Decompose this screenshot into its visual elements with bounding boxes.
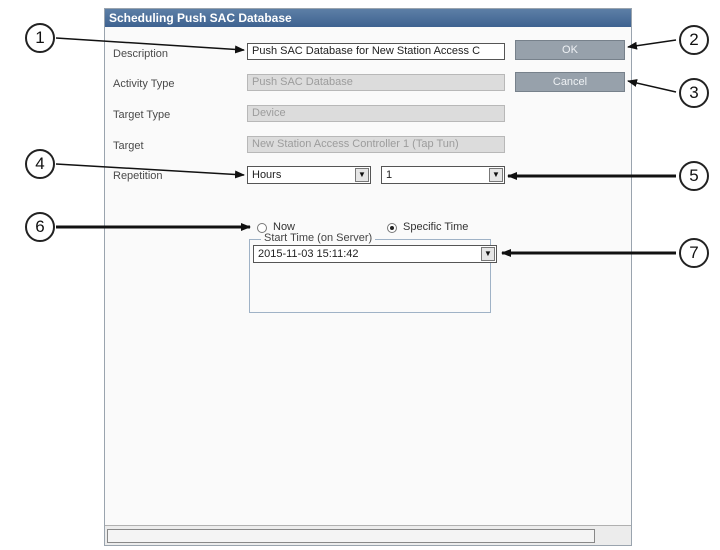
- callout-2-arrow: [627, 39, 677, 50]
- scheduling-dialog: Scheduling Push SAC Database Description…: [104, 8, 632, 546]
- repetition-count-select[interactable]: 1 ▼: [381, 166, 505, 184]
- specific-time-radio[interactable]: [387, 223, 397, 233]
- callout-6: 6: [25, 212, 55, 242]
- now-radio[interactable]: [257, 223, 267, 233]
- start-datetime-value: 2015-11-03 15:11:42: [258, 248, 359, 260]
- callout-7: 7: [679, 238, 709, 268]
- callout-1: 1: [25, 23, 55, 53]
- activity-type-label: Activity Type: [113, 78, 175, 90]
- cancel-button[interactable]: Cancel: [515, 72, 625, 92]
- target-field: New Station Access Controller 1 (Tap Tun…: [247, 136, 505, 153]
- status-bar: [105, 525, 631, 545]
- chevron-down-icon[interactable]: ▼: [481, 247, 495, 261]
- callout-5: 5: [679, 161, 709, 191]
- activity-type-field: Push SAC Database: [247, 74, 505, 91]
- now-radio-label[interactable]: Now: [273, 221, 295, 233]
- target-type-field: Device: [247, 105, 505, 122]
- repetition-count-value: 1: [386, 169, 393, 181]
- repetition-unit-select[interactable]: Hours ▼: [247, 166, 371, 184]
- target-type-label: Target Type: [113, 109, 171, 121]
- description-field[interactable]: Push SAC Database for New Station Access…: [247, 43, 505, 60]
- callout-3-arrow: [627, 79, 677, 93]
- repetition-label: Repetition: [113, 170, 163, 182]
- repetition-unit-value: Hours: [252, 169, 282, 181]
- specific-time-radio-label[interactable]: Specific Time: [403, 221, 468, 233]
- callout-4: 4: [25, 149, 55, 179]
- chevron-down-icon[interactable]: ▼: [355, 168, 369, 182]
- target-label: Target: [113, 140, 144, 152]
- start-time-legend: Start Time (on Server): [261, 232, 376, 244]
- callout-2: 2: [679, 25, 709, 55]
- status-pane: [107, 529, 595, 543]
- chevron-down-icon[interactable]: ▼: [489, 168, 503, 182]
- dialog-title: Scheduling Push SAC Database: [105, 9, 631, 27]
- start-datetime-picker[interactable]: 2015-11-03 15:11:42 ▼: [253, 245, 497, 263]
- callout-3: 3: [679, 78, 709, 108]
- description-label: Description: [113, 48, 169, 60]
- ok-button[interactable]: OK: [515, 40, 625, 60]
